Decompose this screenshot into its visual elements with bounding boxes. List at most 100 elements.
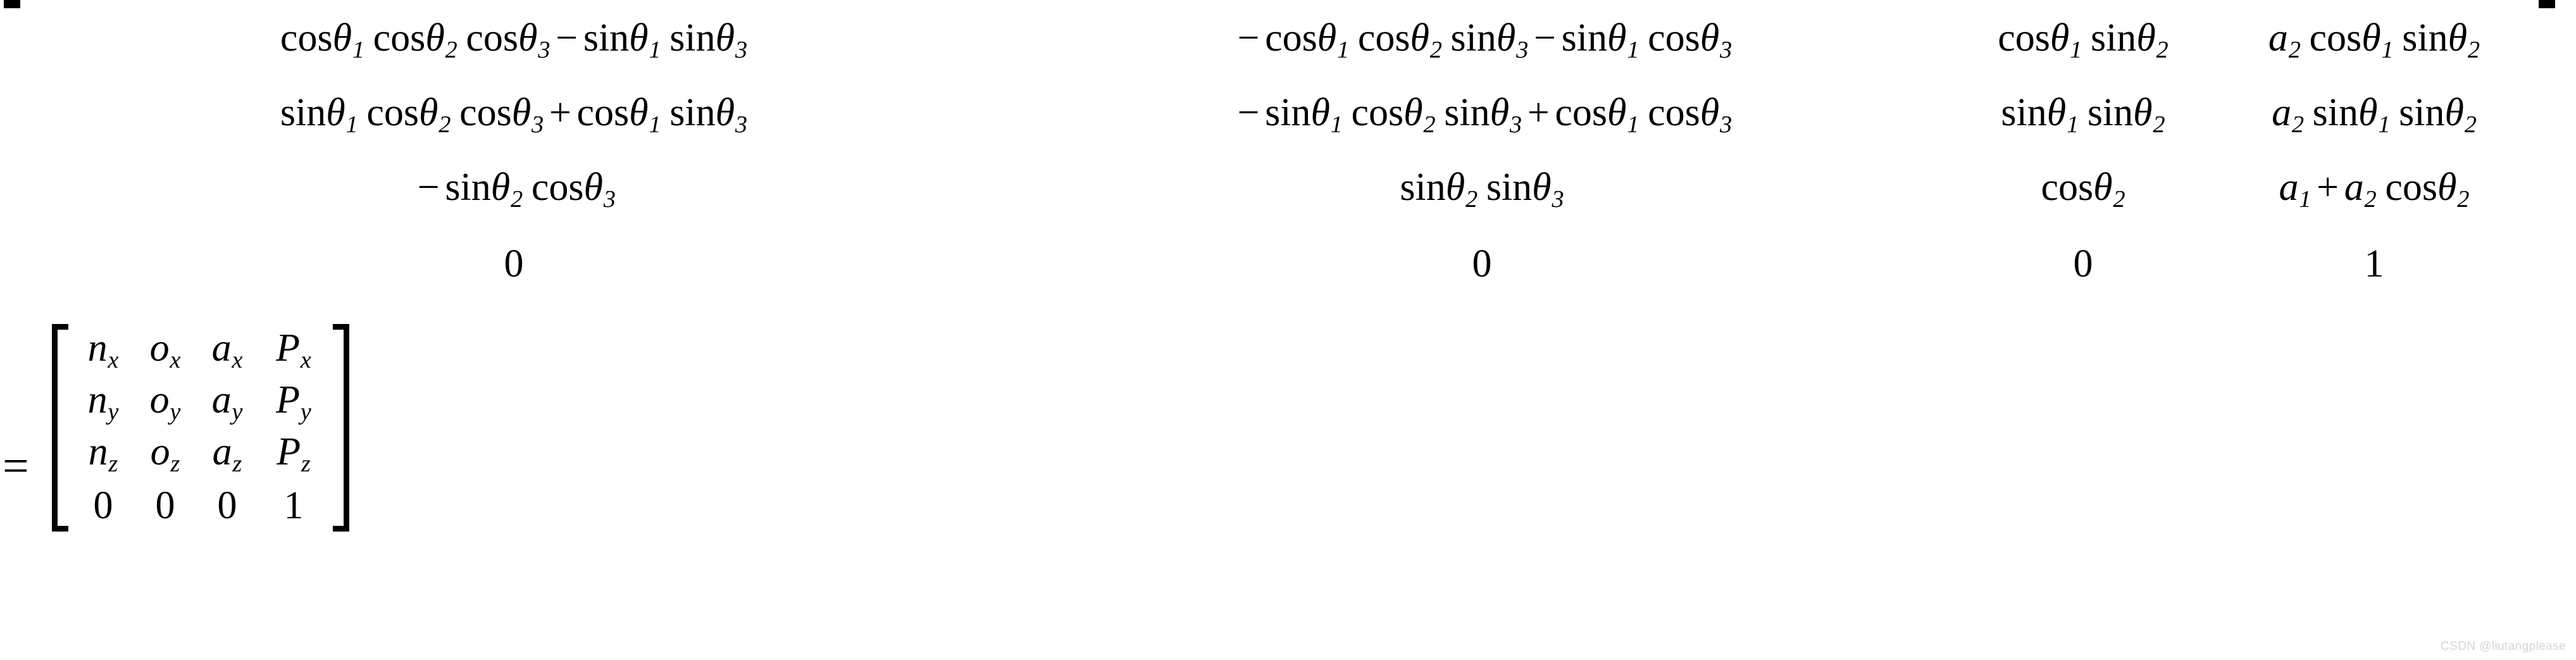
math-token-num: 0 xyxy=(217,483,237,527)
matrix-cell: oy xyxy=(150,378,181,426)
math-token-var: a2 xyxy=(2268,16,2301,63)
math-token-var: θ2 xyxy=(2448,16,2480,63)
math-token-var: θ1 xyxy=(332,16,365,63)
equals-sign: = xyxy=(3,440,29,492)
math-token-op: − xyxy=(556,16,578,60)
left-square-bracket-b xyxy=(52,324,68,532)
matrix-cell: 0 xyxy=(2074,242,2093,287)
matrix-cell: Py xyxy=(276,378,311,426)
math-token-var: Pz xyxy=(277,430,311,477)
math-token-var: a2 xyxy=(2272,91,2305,138)
math-token-fn: sin xyxy=(2087,91,2134,135)
math-token-var: oy xyxy=(149,378,181,425)
math-subscript: 2 xyxy=(445,36,457,63)
math-subscript: y xyxy=(300,398,311,425)
math-token-fn: sin xyxy=(1486,166,1533,209)
matrix-cell: sinθ1 cosθ2 cosθ3 + cosθ1 sinθ3 xyxy=(280,90,747,139)
forward-kinematics-matrix-block: cosθ1 cosθ2 cosθ3− sinθ1 sinθ3− cosθ1 cosθ2 sin… xyxy=(4,0,2555,301)
math-token-fn: cos xyxy=(280,16,333,60)
matrix-a-grid: cosθ1 cosθ2 cosθ3− sinθ1 sinθ3− cosθ1 cosθ2 sin… xyxy=(20,3,2539,301)
math-subscript: 2 xyxy=(2156,36,2168,63)
math-token-var: θ1 xyxy=(629,16,661,63)
matrix-cell: oz xyxy=(151,430,180,478)
math-subscript: 3 xyxy=(1516,36,1529,63)
math-token-fn: sin xyxy=(2001,91,2047,135)
matrix-cell: az xyxy=(213,430,242,478)
math-token-var: Px xyxy=(276,327,311,373)
math-subscript: 2 xyxy=(1429,36,1442,63)
math-subscript: 2 xyxy=(439,111,451,138)
math-token-num: 1 xyxy=(2364,242,2384,285)
math-token-op: − xyxy=(417,166,440,209)
math-token-fn: cos xyxy=(1351,91,1404,135)
math-subscript: x xyxy=(170,346,181,373)
math-subscript: 1 xyxy=(1627,111,1640,138)
matrix-cell: − cosθ1 cosθ2 sinθ3− sinθ1 cosθ3 xyxy=(1232,16,1732,64)
math-token-var: θ3 xyxy=(518,16,551,63)
matrix-cell: ay xyxy=(212,378,243,426)
math-token-fn: sin xyxy=(1444,91,1490,135)
math-subscript: 3 xyxy=(735,36,748,63)
math-token-fn: cos xyxy=(531,166,584,209)
math-token-op: + xyxy=(1527,91,1550,135)
matrix-cell: a2 sinθ1 sinθ2 xyxy=(2272,90,2477,139)
math-token-op: − xyxy=(1237,16,1260,60)
math-subscript: x xyxy=(108,346,119,373)
math-token-fn: cos xyxy=(576,91,630,135)
math-token-var: θ1 xyxy=(2050,16,2082,63)
math-subscript: 2 xyxy=(2113,185,2125,213)
math-subscript: 1 xyxy=(1330,111,1343,138)
math-token-var: θ3 xyxy=(583,166,616,213)
matrix-cell: sinθ1 sinθ2 xyxy=(2001,90,2165,139)
math-subscript: 2 xyxy=(2364,185,2377,213)
math-token-fn: sin xyxy=(1265,91,1311,135)
math-subscript: 3 xyxy=(1720,36,1733,63)
math-token-fn: sin xyxy=(669,91,716,135)
math-token-var: θ2 xyxy=(1445,166,1478,213)
matrix-cell: 1 xyxy=(2365,242,2384,287)
math-token-var: ay xyxy=(211,378,243,425)
matrix-cell: ax xyxy=(212,326,243,374)
math-token-fn: cos xyxy=(1357,16,1410,60)
math-subscript: z xyxy=(301,450,311,477)
math-token-op: + xyxy=(2317,166,2339,209)
math-subscript: 3 xyxy=(531,111,544,138)
math-token-var: θ3 xyxy=(715,91,748,138)
pose-matrix-block: nx ox ax Px ny oy ay Py nz oz az Pz 0 0 0 1 xyxy=(52,324,349,532)
math-token-var: ax xyxy=(211,327,243,373)
math-token-fn: sin xyxy=(2312,91,2359,135)
matrix-cell: cosθ1 cosθ2 cosθ3− sinθ1 sinθ3 xyxy=(280,16,747,64)
math-token-fn: sin xyxy=(2399,91,2445,135)
math-subscript: 1 xyxy=(649,111,661,138)
matrix-cell: cosθ1 sinθ2 xyxy=(1998,16,2168,64)
math-token-var: θ3 xyxy=(1532,166,1564,213)
matrix-cell: − sinθ2 cosθ3 xyxy=(412,165,616,213)
math-subscript: z xyxy=(170,450,180,477)
math-subscript: 2 xyxy=(2291,111,2305,138)
right-square-bracket-b xyxy=(333,324,349,532)
math-token-fn: sin xyxy=(1561,16,1608,60)
math-token-num: 0 xyxy=(2073,242,2093,285)
math-token-fn: sin xyxy=(280,91,327,135)
math-token-var: θ2 xyxy=(1410,16,1442,63)
math-token-fn: cos xyxy=(366,91,420,135)
math-token-fn: sin xyxy=(669,16,716,60)
watermark-label: CSDN @liutangplease xyxy=(2441,640,2566,653)
math-token-var: θ1 xyxy=(1317,16,1350,63)
math-subscript: y xyxy=(232,398,243,425)
math-token-fn: sin xyxy=(2090,16,2137,60)
math-token-var: θ2 xyxy=(2444,91,2477,138)
math-token-num: 0 xyxy=(93,483,113,527)
math-token-var: θ1 xyxy=(326,91,358,138)
math-token-var: θ3 xyxy=(511,91,544,138)
math-token-fn: cos xyxy=(1265,16,1317,60)
math-token-fn: cos xyxy=(1648,91,1700,135)
math-token-var: ny xyxy=(87,378,119,425)
math-subscript: z xyxy=(232,450,242,477)
matrix-cell: 0 xyxy=(94,483,113,528)
math-token-var: θ2 xyxy=(2093,166,2125,213)
math-token-fn: cos xyxy=(459,91,512,135)
math-token-var: nx xyxy=(87,327,119,373)
math-subscript: 3 xyxy=(1509,111,1522,138)
math-token-fn: cos xyxy=(1998,16,2050,60)
